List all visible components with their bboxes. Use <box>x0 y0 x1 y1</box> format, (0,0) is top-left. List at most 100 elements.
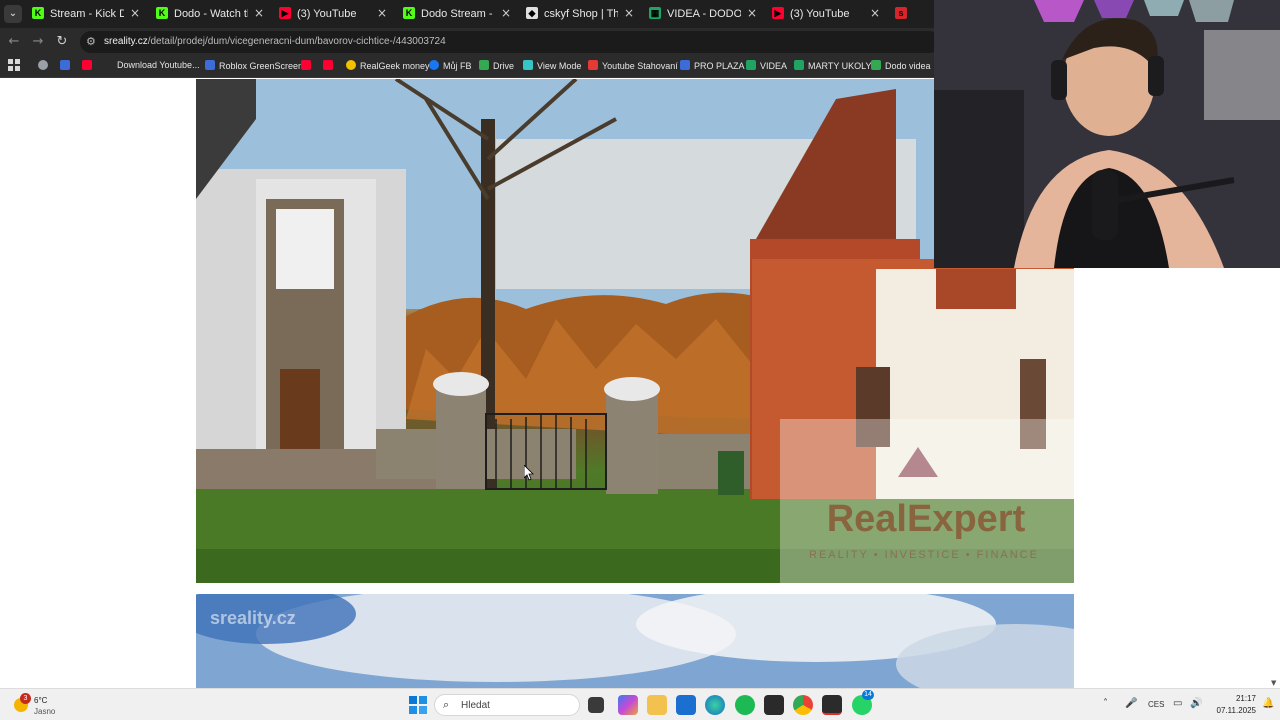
youtube-icon: ▶ <box>772 7 784 19</box>
bookmark-item[interactable]: Roblox GreenScreen <box>205 60 303 74</box>
kick-icon: K <box>156 7 168 19</box>
language-indicator[interactable]: CES <box>1148 700 1164 709</box>
taskbar-search[interactable]: ⌕ Hledat <box>434 694 580 716</box>
webcam-overlay <box>934 0 1280 268</box>
roblox-icon <box>60 60 70 70</box>
browser-tab[interactable]: K Dodo Stream - Watch × <box>397 2 517 26</box>
bookmark-item[interactable] <box>60 60 74 74</box>
close-tab-icon[interactable]: × <box>377 6 387 20</box>
weather-badge: 3 <box>20 693 31 704</box>
youtube-icon <box>82 60 92 70</box>
windows-taskbar: 3 6°C Jasno ⌕ Hledat 14 ˄ 🎤 CES ▭ 🔊 21:1… <box>0 688 1280 720</box>
microphone-icon[interactable]: 🎤 <box>1125 698 1137 709</box>
outlook-icon[interactable] <box>676 695 696 715</box>
bookmark-item[interactable]: RealGeek money <box>346 60 430 74</box>
bookmark-label: Youtube Stahovaní <box>602 61 678 71</box>
youtube-icon: ▶ <box>279 7 291 19</box>
close-tab-icon[interactable]: × <box>747 6 757 20</box>
address-bar[interactable]: ⚙ sreality.cz/detail/prodej/dum/vicegene… <box>80 31 940 53</box>
coin-icon <box>346 60 356 70</box>
bookmark-item[interactable]: VIDEA <box>746 60 787 74</box>
bookmark-item[interactable]: Dodo videa <box>871 60 931 74</box>
browser-tab[interactable]: K Stream - Kick Dashbo × <box>26 2 146 26</box>
youtube-icon <box>323 60 333 70</box>
bookmark-item[interactable]: Můj FB <box>429 60 472 74</box>
close-tab-icon[interactable]: × <box>624 6 634 20</box>
browser-tab[interactable]: sProdej <box>889 2 934 26</box>
sreality-icon: s <box>895 7 907 19</box>
bookmark-item[interactable] <box>323 60 337 74</box>
browser-tab[interactable]: ▦ VIDEA - DODO - Tab × <box>643 2 763 26</box>
tab-title: VIDEA - DODO - Tab <box>667 8 741 20</box>
copilot-icon[interactable] <box>618 695 638 715</box>
network-icon[interactable]: ▭ <box>1173 698 1182 709</box>
bookmark-label: Dodo videa <box>885 61 931 71</box>
bookmark-item[interactable] <box>82 60 96 74</box>
volume-icon[interactable]: 🔊 <box>1190 698 1202 709</box>
bookmark-item[interactable]: Youtube Stahovaní <box>588 60 678 74</box>
close-tab-icon[interactable]: × <box>130 6 140 20</box>
tab-title: Stream - Kick Dashbo <box>50 8 124 20</box>
bookmark-item[interactable]: MARTY UKOLY <box>794 60 872 74</box>
bookmark-label: PRO PLAZA <box>694 61 745 71</box>
mouse-cursor-icon <box>524 465 534 481</box>
taskbar-clock[interactable]: 21:17 07.11.2025 <box>1208 693 1256 717</box>
back-arrow-icon[interactable]: ← <box>6 34 22 50</box>
file-explorer-icon[interactable] <box>647 695 667 715</box>
download-icon <box>588 60 598 70</box>
whatsapp-badge: 14 <box>862 690 874 700</box>
shop-icon: ◆ <box>526 7 538 19</box>
bookmark-item[interactable] <box>301 60 315 74</box>
url-text[interactable]: sreality.cz/detail/prodej/dum/vicegenera… <box>104 36 446 47</box>
facebook-icon <box>429 60 439 70</box>
tab-title: Dodo Stream - Watch <box>421 8 495 20</box>
tab-search-menu-icon[interactable]: ⌄ <box>4 5 22 23</box>
taskbar-search-placeholder: Hledat <box>461 700 490 711</box>
apps-grid-icon[interactable] <box>8 59 20 73</box>
bookmark-label: Drive <box>493 61 515 71</box>
bookmark-item[interactable] <box>38 60 52 74</box>
close-tab-icon[interactable]: × <box>501 6 511 20</box>
edge-icon[interactable] <box>705 695 725 715</box>
browser-tab[interactable]: ▶ (3) YouTube × <box>273 2 393 26</box>
browser-tab[interactable]: ◆ cskyf Shop | The best × <box>520 2 640 26</box>
forward-arrow-icon[interactable]: → <box>30 34 46 50</box>
tab-title: cskyf Shop | The best <box>544 8 618 20</box>
bookmark-label: MARTY UKOLY <box>808 61 872 71</box>
url-path: /detail/prodej/dum/vicegeneracni-dum/bav… <box>147 36 446 47</box>
tray-chevron-icon[interactable]: ˄ <box>1103 698 1108 709</box>
spotify-icon[interactable] <box>735 695 755 715</box>
browser-tab[interactable]: K Dodo - Watch the VOD × <box>150 2 270 26</box>
kick-icon: K <box>32 7 44 19</box>
task-view-icon[interactable] <box>588 697 604 713</box>
bookmark-item[interactable]: View Mode <box>523 60 581 74</box>
viewmode-icon <box>523 60 533 70</box>
watermark-tagline: REALITY • INVESTICE • FINANCE <box>809 549 1039 561</box>
bookmark-item[interactable]: Drive <box>479 60 514 74</box>
drive-icon <box>871 60 881 70</box>
windows-start-icon[interactable] <box>408 695 428 715</box>
search-icon: ⌕ <box>443 698 450 711</box>
close-tab-icon[interactable]: × <box>254 6 264 20</box>
epic-games-icon[interactable] <box>822 695 842 715</box>
bookmark-item[interactable]: PRO PLAZA <box>680 60 745 74</box>
weather-condition: Jasno <box>34 707 56 716</box>
chrome-icon[interactable] <box>793 695 813 715</box>
browser-tab[interactable]: ▶ (3) YouTube × <box>766 2 886 26</box>
close-tab-icon[interactable]: × <box>870 6 880 20</box>
photo-watermark: sreality.cz <box>210 608 296 628</box>
youtube-icon <box>301 60 311 70</box>
bookmark-item[interactable]: Download Youtube... <box>117 60 200 74</box>
globe-icon <box>38 60 48 70</box>
sheets-icon: ▦ <box>649 7 661 19</box>
streamer-webcam <box>934 0 1280 268</box>
terminal-icon[interactable] <box>764 695 784 715</box>
weather-widget[interactable]: 3 6°C Jasno <box>12 692 72 718</box>
scroll-down-arrow-icon[interactable]: ▼ <box>1271 679 1276 687</box>
weather-temp: 6°C <box>34 696 48 705</box>
property-photo-2[interactable]: sreality.cz <box>196 594 1074 688</box>
site-info-icon[interactable]: ⚙ <box>86 35 96 48</box>
whatsapp-icon[interactable]: 14 <box>852 690 874 715</box>
reload-icon[interactable]: ↻ <box>54 34 70 50</box>
notifications-icon[interactable]: 🔔 <box>1262 698 1274 709</box>
